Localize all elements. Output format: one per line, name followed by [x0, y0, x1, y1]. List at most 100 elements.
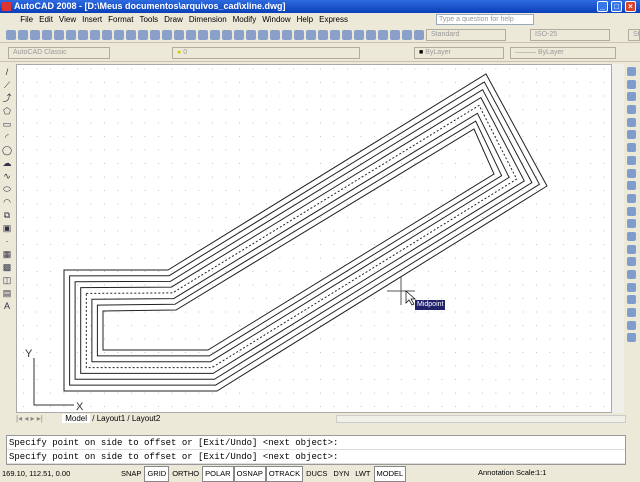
toolbar-icon[interactable] [306, 30, 316, 40]
toolbar-icon[interactable] [198, 30, 208, 40]
polyline-icon[interactable]: ⤴ [2, 93, 12, 103]
toolbar-icon[interactable] [366, 30, 376, 40]
toolbar-icon[interactable] [258, 30, 268, 40]
layer-select[interactable]: ● 0 [172, 47, 360, 59]
polygon-icon[interactable]: ⬠ [2, 106, 12, 116]
arc-icon[interactable]: ◜ [2, 132, 12, 142]
modify-tool-icon[interactable] [627, 143, 636, 153]
toolbar-icon[interactable] [342, 30, 352, 40]
dim-style-select[interactable]: ISO-25 [530, 29, 610, 41]
modify-tool-icon[interactable] [627, 308, 636, 318]
menu-window[interactable]: Window [262, 15, 290, 24]
toolbar-icon[interactable] [162, 30, 172, 40]
toolbar-icon[interactable] [54, 30, 64, 40]
toolbar-icon[interactable] [6, 30, 16, 40]
region-icon[interactable]: ◫ [2, 275, 12, 285]
toolbar-icon[interactable] [210, 30, 220, 40]
modify-tool-icon[interactable] [627, 333, 636, 343]
ellipse-icon[interactable]: ⬭ [2, 184, 12, 194]
modify-tool-icon[interactable] [627, 92, 636, 102]
toolbar-icon[interactable] [78, 30, 88, 40]
toolbar-icon[interactable] [150, 30, 160, 40]
menu-express[interactable]: Express [319, 15, 348, 24]
vertical-scrollbar[interactable] [612, 64, 624, 413]
toolbar-icon[interactable] [402, 30, 412, 40]
modify-tool-icon[interactable] [627, 206, 636, 216]
menu-dimension[interactable]: Dimension [189, 15, 227, 24]
ellipse-arc-icon[interactable]: ◠ [2, 197, 12, 207]
menu-insert[interactable]: Insert [82, 15, 102, 24]
menu-view[interactable]: View [59, 15, 76, 24]
modify-tool-icon[interactable] [627, 257, 636, 267]
gradient-icon[interactable]: ▩ [2, 262, 12, 272]
toolbar-icon[interactable] [378, 30, 388, 40]
modify-tool-icon[interactable] [627, 79, 636, 89]
modify-tool-icon[interactable] [627, 105, 636, 115]
tab-layout1[interactable]: Layout1 [97, 414, 125, 423]
toolbar-icon[interactable] [222, 30, 232, 40]
toolbar-icon[interactable] [30, 30, 40, 40]
multiline-text-icon[interactable]: A [2, 301, 12, 311]
modify-tool-icon[interactable] [627, 244, 636, 254]
toolbar-icon[interactable] [282, 30, 292, 40]
maximize-button[interactable]: □ [611, 1, 622, 12]
construction-line-icon[interactable]: ⟋ [2, 80, 12, 90]
toolbar-icon[interactable] [18, 30, 28, 40]
spline-icon[interactable]: ∿ [2, 171, 12, 181]
command-window[interactable]: Specify point on side to offset or [Exit… [6, 435, 626, 465]
table-icon[interactable]: ▤ [2, 288, 12, 298]
toolbar-icon[interactable] [114, 30, 124, 40]
revision-cloud-icon[interactable]: ☁ [2, 158, 12, 168]
text-style-select[interactable]: Standard [426, 29, 506, 41]
modify-tool-icon[interactable] [627, 320, 636, 330]
color-select[interactable]: ■ ByLayer [414, 47, 504, 59]
modify-tool-icon[interactable] [627, 130, 636, 140]
point-icon[interactable]: · [2, 236, 12, 246]
line-icon[interactable]: / [2, 67, 12, 77]
table-style-select[interactable]: Standard [628, 29, 640, 41]
toolbar-icon[interactable] [90, 30, 100, 40]
toolbar-icon[interactable] [330, 30, 340, 40]
workspace-select[interactable]: AutoCAD Classic [8, 47, 110, 59]
menu-file[interactable]: File [20, 15, 33, 24]
menu-draw[interactable]: Draw [164, 15, 183, 24]
horizontal-scrollbar[interactable] [336, 415, 626, 423]
help-search-input[interactable]: Type a question for help [436, 14, 534, 25]
toolbar-icon[interactable] [42, 30, 52, 40]
rectangle-icon[interactable]: ▭ [2, 119, 12, 129]
menu-format[interactable]: Format [108, 15, 133, 24]
toolbar-icon[interactable] [138, 30, 148, 40]
linetype-select[interactable]: ——— ByLayer [510, 47, 616, 59]
modify-tool-icon[interactable] [627, 117, 636, 127]
modify-tool-icon[interactable] [627, 219, 636, 229]
toolbar-icon[interactable] [246, 30, 256, 40]
command-prompt-line[interactable]: Specify point on side to offset or [Exit… [7, 450, 625, 464]
toolbar-icon[interactable] [66, 30, 76, 40]
menu-help[interactable]: Help [297, 15, 313, 24]
menu-edit[interactable]: Edit [39, 15, 53, 24]
make-block-icon[interactable]: ▣ [2, 223, 12, 233]
tab-layout2[interactable]: Layout2 [132, 414, 160, 423]
modify-tool-icon[interactable] [627, 270, 636, 279]
modify-tool-icon[interactable] [627, 282, 636, 292]
toolbar-icon[interactable] [390, 30, 400, 40]
toolbar-icon[interactable] [414, 30, 424, 40]
modify-tool-icon[interactable] [627, 181, 636, 191]
toolbar-icon[interactable] [174, 30, 184, 40]
circle-icon[interactable]: ◯ [2, 145, 12, 155]
toolbar-icon[interactable] [294, 30, 304, 40]
toolbar-icon[interactable] [126, 30, 136, 40]
modify-tool-icon[interactable] [627, 193, 636, 203]
menu-modify[interactable]: Modify [233, 15, 257, 24]
annotation-scale-select[interactable]: 1:1 [536, 466, 546, 480]
toolbar-icon[interactable] [102, 30, 112, 40]
toolbar-icon[interactable] [234, 30, 244, 40]
modify-tool-icon[interactable] [627, 295, 636, 305]
modify-tool-icon[interactable] [627, 67, 636, 76]
menu-tools[interactable]: Tools [139, 15, 158, 24]
modify-tool-icon[interactable] [627, 231, 636, 241]
toolbar-icon[interactable] [354, 30, 364, 40]
hatch-icon[interactable]: ▦ [2, 249, 12, 259]
modify-tool-icon[interactable] [627, 168, 636, 178]
close-button[interactable]: × [625, 1, 636, 12]
